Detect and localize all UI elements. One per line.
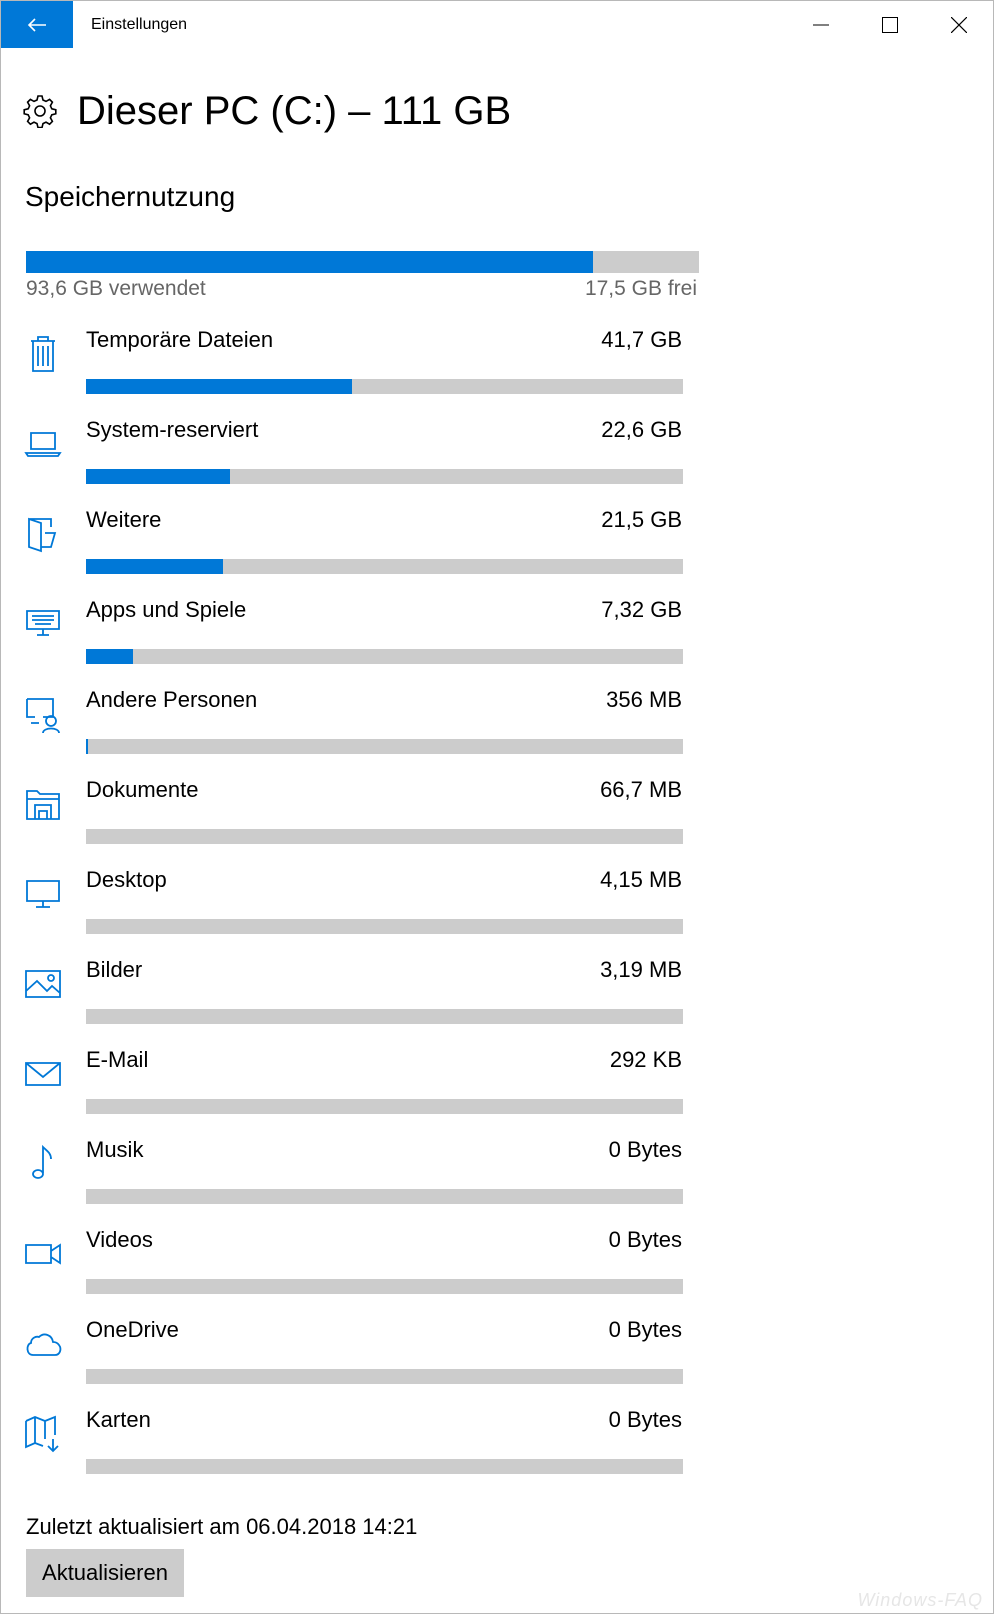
laptop-icon (23, 423, 63, 463)
category-usage-bar (86, 1369, 683, 1384)
category-usage-bar (86, 919, 683, 934)
user-monitor-icon (23, 693, 63, 734)
category-name: System-reserviert (86, 417, 259, 442)
category-size: 0 Bytes (608, 1317, 682, 1342)
category-usage-fill (86, 379, 352, 394)
category-item[interactable]: Dokumente 66,7 MB (1, 771, 993, 861)
category-name: Musik (86, 1137, 144, 1162)
category-item[interactable]: Andere Personen 356 MB (1, 681, 993, 771)
used-label: 93,6 GB verwendet (26, 277, 206, 300)
category-usage-bar (86, 739, 683, 754)
settings-window: Einstellungen Dieser PC (C:) – 111 GB Sp… (0, 0, 994, 1614)
category-size: 21,5 GB (601, 507, 682, 532)
category-size: 0 Bytes (608, 1227, 682, 1252)
category-size: 0 Bytes (608, 1407, 682, 1432)
category-size: 3,19 MB (600, 957, 682, 982)
category-item[interactable]: Apps und Spiele 7,32 GB (1, 591, 993, 681)
total-usage-fill (26, 251, 593, 273)
category-name: Andere Personen (86, 687, 258, 712)
category-name: OneDrive (86, 1317, 179, 1342)
watermark: Windows-FAQ (857, 1590, 983, 1610)
minimize-icon (813, 24, 829, 26)
category-name: Videos (86, 1227, 153, 1252)
category-usage-bar (86, 469, 683, 484)
category-usage-bar (86, 649, 683, 664)
desktop-icon (23, 873, 63, 913)
category-name: E-Mail (86, 1047, 149, 1072)
cloud-icon (23, 1323, 63, 1363)
category-usage-fill (86, 649, 133, 664)
category-item[interactable]: Temporäre Dateien 41,7 GB (1, 321, 993, 411)
maximize-button[interactable] (867, 1, 913, 49)
category-item[interactable]: Desktop 4,15 MB (1, 861, 993, 951)
category-size: 22,6 GB (601, 417, 682, 442)
category-size: 0 Bytes (608, 1137, 682, 1162)
category-usage-fill (86, 739, 88, 754)
close-icon (951, 17, 967, 33)
category-usage-bar (86, 1279, 683, 1294)
category-size: 41,7 GB (601, 327, 682, 352)
mail-icon (23, 1053, 63, 1093)
category-size: 4,15 MB (600, 867, 682, 892)
maximize-icon (882, 17, 898, 33)
back-arrow-icon (27, 17, 46, 32)
documents-icon (23, 783, 63, 823)
last-updated-label: Zuletzt aktualisiert am 06.04.2018 14:21 (26, 1514, 418, 1539)
page-header: Dieser PC (C:) – 111 GB (23, 83, 511, 139)
category-usage-bar (86, 559, 683, 574)
category-usage-bar (86, 1189, 683, 1204)
picture-icon (23, 963, 63, 1003)
trash-icon (23, 333, 63, 373)
category-item[interactable]: Musik 0 Bytes (1, 1131, 993, 1221)
minimize-button[interactable] (798, 1, 844, 49)
keyboard-icon (23, 603, 63, 643)
category-size: 292 KB (609, 1047, 682, 1072)
page-title: Dieser PC (C:) – 111 GB (77, 89, 512, 133)
category-usage-bar (86, 379, 683, 394)
category-item[interactable]: System-reserviert 22,6 GB (1, 411, 993, 501)
category-item[interactable]: Videos 0 Bytes (1, 1221, 993, 1311)
category-size: 7,32 GB (601, 597, 682, 622)
music-icon (23, 1143, 63, 1183)
app-title: Einstellungen (91, 16, 188, 33)
category-size: 66,7 MB (600, 777, 682, 802)
category-item[interactable]: OneDrive 0 Bytes (1, 1311, 993, 1401)
back-button[interactable] (1, 1, 73, 48)
category-item[interactable]: E-Mail 292 KB (1, 1041, 993, 1131)
video-icon (23, 1233, 63, 1273)
category-name: Karten (86, 1407, 151, 1432)
category-usage-bar (86, 829, 683, 844)
free-label: 17,5 GB frei (584, 277, 697, 300)
category-name: Bilder (86, 957, 143, 982)
folder-open-icon (23, 513, 63, 553)
category-usage-bar (86, 1009, 683, 1024)
category-usage-bar (86, 1459, 683, 1474)
category-usage-fill (86, 469, 231, 484)
category-usage-fill (86, 559, 224, 574)
gear-icon (23, 95, 57, 128)
category-item[interactable]: Weitere 21,5 GB (1, 501, 993, 591)
category-size: 356 MB (606, 687, 682, 712)
section-title: Speichernutzung (25, 181, 236, 212)
close-button[interactable] (936, 1, 982, 49)
map-icon (23, 1413, 63, 1453)
category-name: Temporäre Dateien (86, 327, 274, 352)
category-usage-bar (86, 1099, 683, 1114)
category-item[interactable]: Karten 0 Bytes (1, 1401, 993, 1491)
refresh-button[interactable]: Aktualisieren (26, 1549, 184, 1597)
total-usage-bar (26, 251, 699, 273)
category-name: Apps und Spiele (86, 597, 247, 622)
category-name: Weitere (86, 507, 162, 532)
category-name: Desktop (86, 867, 167, 892)
category-name: Dokumente (86, 777, 199, 802)
title-bar: Einstellungen (1, 1, 993, 49)
category-item[interactable]: Bilder 3,19 MB (1, 951, 993, 1041)
